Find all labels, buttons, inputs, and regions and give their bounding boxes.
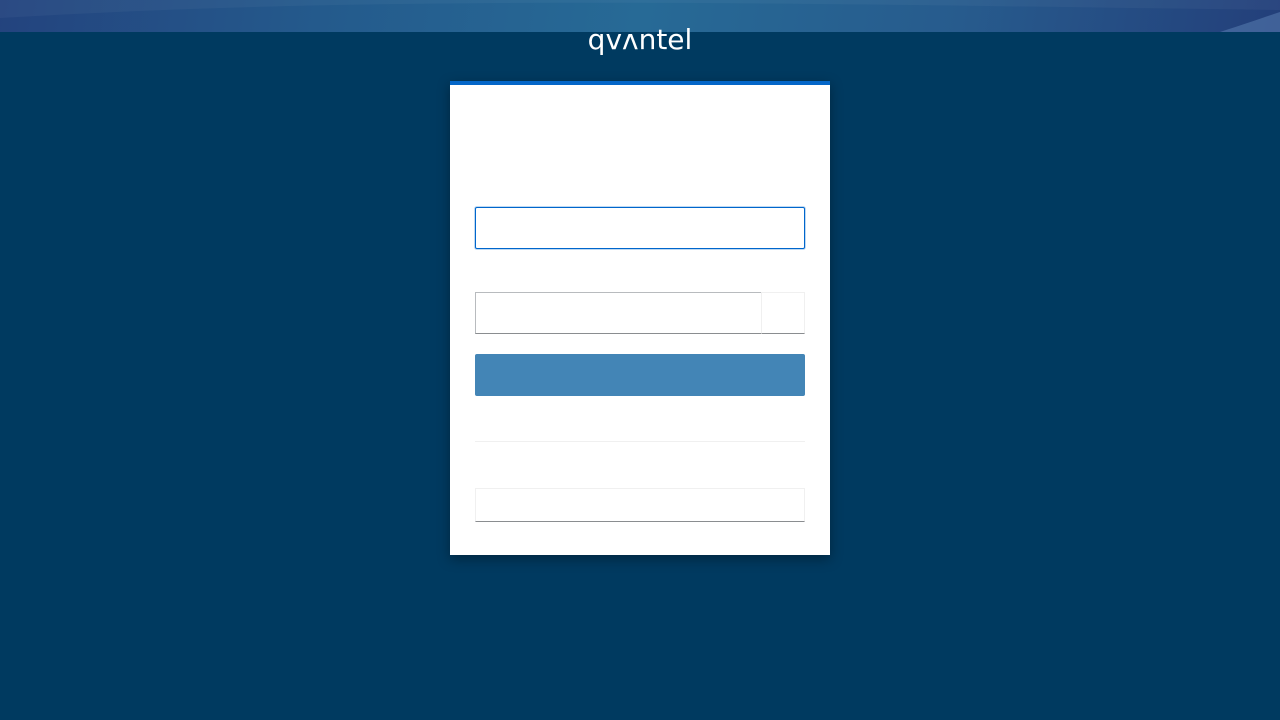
brand-logo: qvʌntel bbox=[587, 23, 693, 56]
identity-provider-button[interactable] bbox=[475, 488, 805, 522]
login-button[interactable] bbox=[475, 354, 805, 396]
password-input[interactable] bbox=[475, 292, 762, 334]
divider bbox=[475, 441, 805, 442]
username-input[interactable] bbox=[475, 207, 805, 249]
login-card bbox=[450, 81, 830, 555]
show-password-button[interactable] bbox=[761, 292, 805, 334]
